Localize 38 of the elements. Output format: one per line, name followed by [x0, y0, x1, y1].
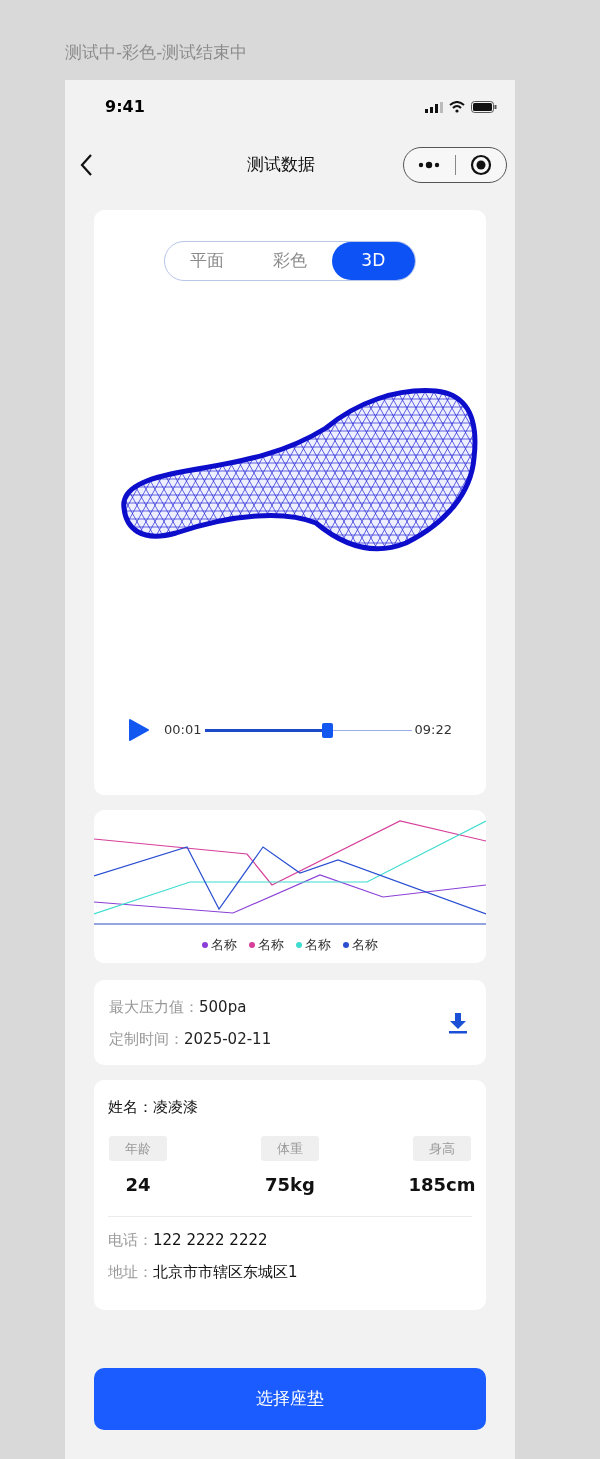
progress-thumb[interactable]: [322, 722, 334, 738]
metric-label: 体重: [261, 1136, 319, 1161]
contact-label: 地址：: [108, 1262, 153, 1283]
back-button[interactable]: [79, 153, 95, 177]
metric-label: 年龄: [109, 1136, 167, 1161]
name-label: 姓名：: [108, 1097, 153, 1118]
contact-label: 电话：: [108, 1230, 153, 1251]
close-icon: [469, 154, 492, 176]
total-time: 09:22: [414, 721, 452, 740]
metric-value: 75kg: [265, 1173, 315, 1197]
stat-label: 定制时间：: [109, 1028, 184, 1049]
stat-label: 最大压力值：: [109, 996, 199, 1017]
legend-label: 名称: [352, 936, 378, 954]
metric-value: 24: [125, 1173, 151, 1197]
name-value: 凌凌漆: [153, 1097, 198, 1118]
metric-value: 185cm: [408, 1173, 476, 1197]
page-title: 测试数据: [247, 153, 315, 177]
contact-value: 北京市市辖区东城区1: [153, 1262, 298, 1283]
more-icon: [418, 161, 441, 169]
stat-value: 2025-02-11: [184, 1028, 272, 1049]
stat-value: 500pa: [199, 996, 247, 1017]
status-time: 9:41: [105, 96, 145, 118]
download-icon[interactable]: [448, 1011, 468, 1034]
metric-label: 身高: [413, 1136, 471, 1161]
legend-label: 名称: [258, 936, 284, 954]
current-time: 00:01: [164, 721, 202, 740]
view-tab[interactable]: 平面: [165, 242, 249, 280]
legend-label: 名称: [305, 936, 331, 954]
legend-label: 名称: [211, 936, 237, 954]
play-icon[interactable]: [128, 718, 150, 742]
signal-icon: [425, 101, 443, 113]
battery-icon: [471, 101, 497, 113]
wifi-icon: [449, 101, 465, 113]
contact-value: 122 2222 2222: [153, 1230, 268, 1251]
view-tab[interactable]: 3D: [331, 242, 415, 280]
page-caption: 测试中-彩色-测试结束中: [65, 41, 249, 64]
view-tab[interactable]: 彩色: [248, 242, 332, 280]
select-cushion-button[interactable]: 选择座垫: [94, 1368, 486, 1430]
